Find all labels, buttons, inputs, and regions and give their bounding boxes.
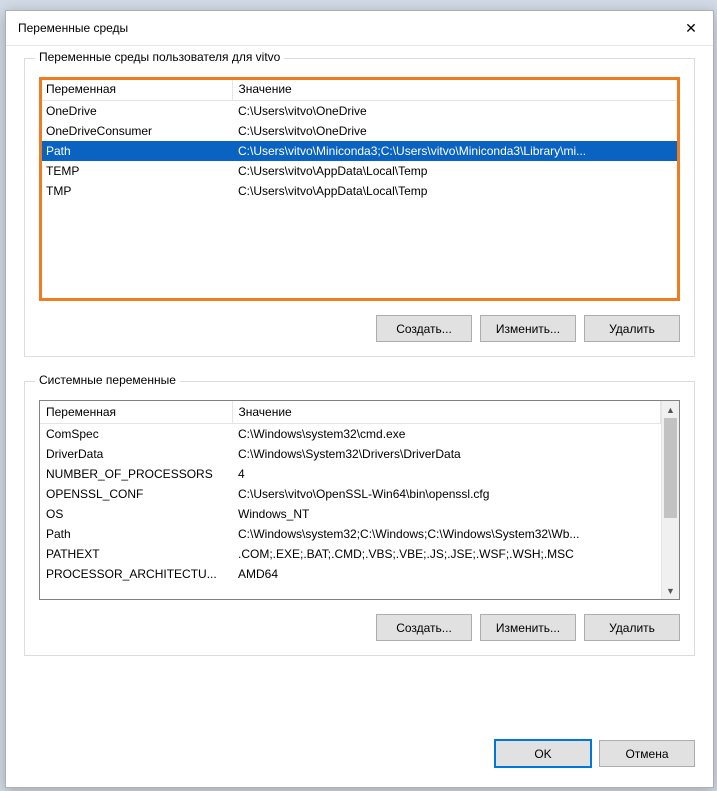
cell-val: C:\Users\vitvo\AppData\Local\Temp	[232, 181, 679, 201]
cell-val: Windows_NT	[232, 504, 661, 524]
scroll-thumb[interactable]	[664, 418, 677, 518]
cell-var: OneDrive	[40, 101, 232, 122]
sys-col-var[interactable]: Переменная	[40, 401, 232, 424]
cell-val: C:\Users\vitvo\OneDrive	[232, 101, 679, 122]
table-row[interactable]: TEMPC:\Users\vitvo\AppData\Local\Temp	[40, 161, 679, 181]
user-vars-legend: Переменные среды пользователя для vitvo	[35, 50, 284, 64]
cell-val: C:\Users\vitvo\OpenSSL-Win64\bin\openssl…	[232, 484, 661, 504]
table-row[interactable]: PathC:\Windows\system32;C:\Windows;C:\Wi…	[40, 524, 661, 544]
dialog-footer: OK Отмена	[6, 740, 713, 787]
system-delete-button[interactable]: Удалить	[584, 614, 680, 641]
scroll-down-icon[interactable]: ▼	[662, 582, 679, 599]
cell-var: OneDriveConsumer	[40, 121, 232, 141]
table-row[interactable]: PathC:\Users\vitvo\Miniconda3;C:\Users\v…	[40, 141, 679, 161]
system-scrollbar[interactable]: ▲ ▼	[661, 401, 679, 599]
system-btn-row: Создать... Изменить... Удалить	[39, 614, 680, 641]
table-row[interactable]: PATHEXT.COM;.EXE;.BAT;.CMD;.VBS;.VBE;.JS…	[40, 544, 661, 564]
cell-var: PATHEXT	[40, 544, 232, 564]
table-row[interactable]: DriverDataC:\Windows\System32\Drivers\Dr…	[40, 444, 661, 464]
user-vars-table: Переменная Значение OneDriveC:\Users\vit…	[40, 78, 679, 201]
user-new-button[interactable]: Создать...	[376, 315, 472, 342]
cell-var: PROCESSOR_ARCHITECTU...	[40, 564, 232, 584]
cell-var: DriverData	[40, 444, 232, 464]
cell-val: C:\Users\vitvo\OneDrive	[232, 121, 679, 141]
cell-val: C:\Windows\system32;C:\Windows;C:\Window…	[232, 524, 661, 544]
user-delete-button[interactable]: Удалить	[584, 315, 680, 342]
cell-val: C:\Users\vitvo\AppData\Local\Temp	[232, 161, 679, 181]
user-btn-row: Создать... Изменить... Удалить	[39, 315, 680, 342]
user-col-var[interactable]: Переменная	[40, 78, 232, 101]
cell-var: TMP	[40, 181, 232, 201]
cell-val: C:\Users\vitvo\Miniconda3;C:\Users\vitvo…	[232, 141, 679, 161]
scroll-up-icon[interactable]: ▲	[662, 401, 679, 418]
system-vars-table: Переменная Значение ComSpecC:\Windows\sy…	[40, 401, 661, 584]
cancel-button[interactable]: Отмена	[599, 740, 695, 767]
cell-val: C:\Windows\system32\cmd.exe	[232, 424, 661, 445]
table-row[interactable]: PROCESSOR_ARCHITECTU...AMD64	[40, 564, 661, 584]
cell-val: .COM;.EXE;.BAT;.CMD;.VBS;.VBE;.JS;.JSE;.…	[232, 544, 661, 564]
user-vars-group: Переменные среды пользователя для vitvo …	[24, 58, 695, 357]
cell-var: TEMP	[40, 161, 232, 181]
close-icon: ✕	[685, 21, 697, 35]
ok-button[interactable]: OK	[495, 740, 591, 767]
cell-var: OS	[40, 504, 232, 524]
system-vars-list[interactable]: Переменная Значение ComSpecC:\Windows\sy…	[39, 400, 680, 600]
table-row[interactable]: OSWindows_NT	[40, 504, 661, 524]
scroll-track[interactable]	[662, 418, 679, 582]
screen: Переменные среды ✕ Переменные среды поль…	[0, 0, 717, 791]
cell-val: AMD64	[232, 564, 661, 584]
sys-col-val[interactable]: Значение	[232, 401, 661, 424]
env-vars-dialog: Переменные среды ✕ Переменные среды поль…	[5, 10, 714, 788]
cell-var: Path	[40, 141, 232, 161]
dialog-body: Переменные среды пользователя для vitvo …	[6, 46, 713, 740]
dialog-title: Переменные среды	[18, 21, 128, 35]
cell-var: NUMBER_OF_PROCESSORS	[40, 464, 232, 484]
cell-val: C:\Windows\System32\Drivers\DriverData	[232, 444, 661, 464]
titlebar: Переменные среды ✕	[6, 11, 713, 46]
table-row[interactable]: OneDriveC:\Users\vitvo\OneDrive	[40, 101, 679, 122]
table-row[interactable]: OneDriveConsumerC:\Users\vitvo\OneDrive	[40, 121, 679, 141]
system-vars-legend: Системные переменные	[35, 373, 180, 387]
table-row[interactable]: ComSpecC:\Windows\system32\cmd.exe	[40, 424, 661, 445]
table-row[interactable]: OPENSSL_CONFC:\Users\vitvo\OpenSSL-Win64…	[40, 484, 661, 504]
table-row[interactable]: NUMBER_OF_PROCESSORS4	[40, 464, 661, 484]
system-vars-group: Системные переменные Переменная Зн	[24, 381, 695, 656]
cell-var: Path	[40, 524, 232, 544]
system-edit-button[interactable]: Изменить...	[480, 614, 576, 641]
user-vars-list[interactable]: Переменная Значение OneDriveC:\Users\vit…	[39, 77, 680, 301]
close-button[interactable]: ✕	[669, 12, 713, 44]
user-edit-button[interactable]: Изменить...	[480, 315, 576, 342]
cell-var: ComSpec	[40, 424, 232, 445]
system-new-button[interactable]: Создать...	[376, 614, 472, 641]
table-row[interactable]: TMPC:\Users\vitvo\AppData\Local\Temp	[40, 181, 679, 201]
user-col-val[interactable]: Значение	[232, 78, 679, 101]
cell-var: OPENSSL_CONF	[40, 484, 232, 504]
cell-val: 4	[232, 464, 661, 484]
